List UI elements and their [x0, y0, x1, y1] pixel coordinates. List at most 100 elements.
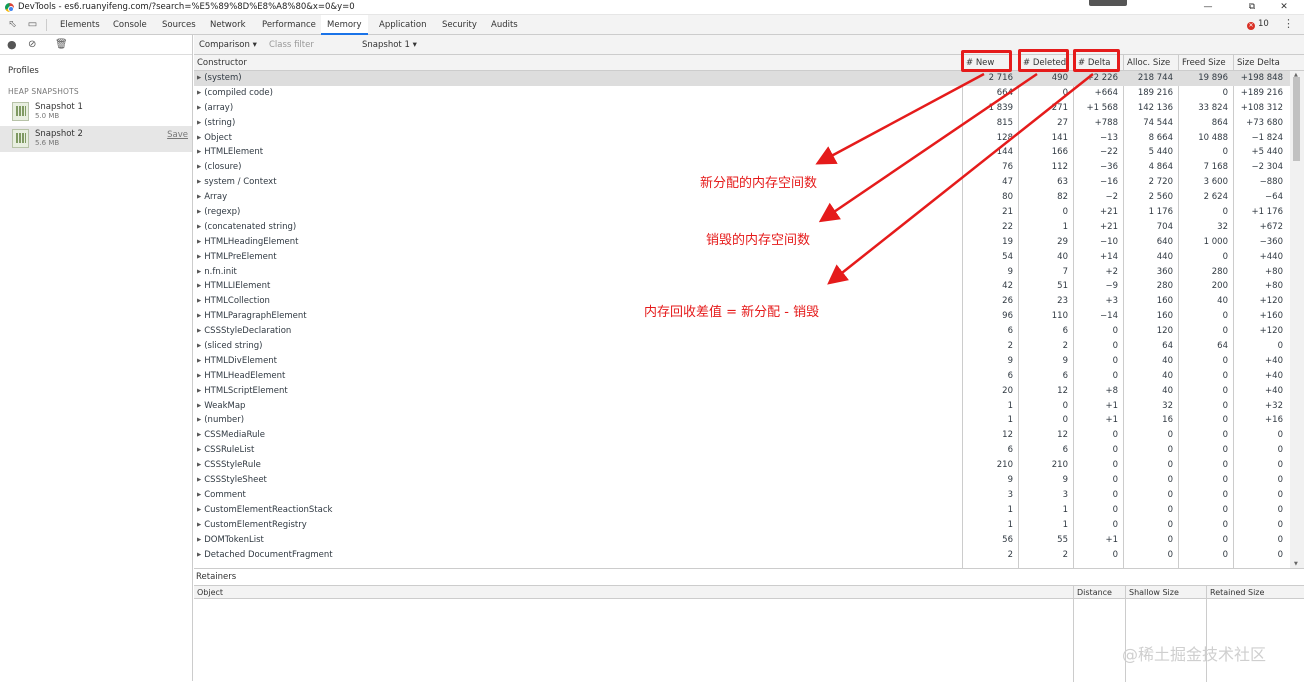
column-size-delta[interactable]: Size Delta [1237, 58, 1280, 68]
scroll-down-icon[interactable]: ▼ [1294, 561, 1298, 567]
value-cell: +2 [1105, 266, 1118, 277]
grid-scrollbar[interactable]: ▲ ▼ [1290, 71, 1304, 568]
value-cell: 0 [1112, 370, 1118, 381]
column-alloc-size[interactable]: Alloc. Size [1127, 58, 1170, 68]
more-options-icon[interactable]: ⋮ [1283, 17, 1294, 30]
table-row[interactable]: (regexp) 21 0 +21 1 176 0 +1 176 [194, 205, 1290, 220]
table-row[interactable]: Object 128 141 −13 8 664 10 488 −1 824 [194, 131, 1290, 146]
value-cell: +1 [1105, 400, 1118, 411]
value-cell: 0 [1112, 460, 1118, 471]
value-cell: 440 [1156, 251, 1173, 262]
column-constructor[interactable]: Constructor [197, 58, 247, 68]
table-row[interactable]: (number) 1 0 +1 16 0 +16 [194, 413, 1290, 428]
value-cell: 7 168 [1203, 162, 1228, 173]
table-row[interactable]: CSSStyleSheet 9 9 0 0 0 0 [194, 473, 1290, 488]
snapshot-item[interactable]: Snapshot 1 5.0 MB [0, 99, 192, 125]
error-counter[interactable]: ✕ 10 [1247, 19, 1269, 30]
value-cell: −13 [1100, 132, 1118, 143]
tab-audits[interactable]: Audits [489, 15, 520, 35]
value-cell: −64 [1265, 192, 1283, 203]
column-retained-size[interactable]: Retained Size [1210, 588, 1264, 597]
table-row[interactable]: (string) 815 27 +788 74 544 864 +73 680 [194, 116, 1290, 131]
table-row[interactable]: (sliced string) 2 2 0 64 64 0 [194, 339, 1290, 354]
scrollbar-thumb[interactable] [1293, 77, 1300, 161]
column-distance[interactable]: Distance [1077, 588, 1112, 597]
constructor-cell: (string) [197, 116, 235, 131]
table-row[interactable]: WeakMap 1 0 +1 32 0 +32 [194, 399, 1290, 414]
value-cell: +14 [1100, 251, 1118, 262]
constructor-cell: CustomElementRegistry [197, 518, 307, 533]
value-cell: 0 [1112, 326, 1118, 337]
table-row[interactable]: CSSRuleList 6 6 0 0 0 0 [194, 443, 1290, 458]
tab-sources[interactable]: Sources [160, 15, 198, 35]
value-cell: 6 [1062, 326, 1068, 337]
tab-elements[interactable]: Elements [58, 15, 102, 35]
table-row[interactable]: Array 80 82 −2 2 560 2 624 −64 [194, 190, 1290, 205]
collect-garbage-icon[interactable]: 🗑 [55, 39, 68, 50]
table-row[interactable]: CustomElementReactionStack 1 1 0 0 0 0 [194, 503, 1290, 518]
constructor-cell: system / Context [197, 175, 276, 190]
save-snapshot-link[interactable]: Save [167, 130, 188, 140]
minimize-icon[interactable]: — [1194, 0, 1222, 15]
tab-memory[interactable]: Memory [321, 15, 368, 35]
table-row[interactable]: HTMLScriptElement 20 12 +8 40 0 +40 [194, 384, 1290, 399]
column-shallow-size[interactable]: Shallow Size [1129, 588, 1179, 597]
snapshot-item-selected[interactable]: Snapshot 2 5.6 MB Save [0, 126, 192, 152]
table-row[interactable]: (system) 2 716 490 +2 226 218 744 19 896 +198 … [194, 71, 1290, 86]
record-icon[interactable]: ● [7, 39, 17, 50]
table-row[interactable]: HTMLHeadElement 6 6 0 40 0 +40 [194, 369, 1290, 384]
value-cell: 144 [996, 147, 1013, 158]
class-filter-input[interactable]: Class filter [266, 38, 356, 52]
column-freed-size[interactable]: Freed Size [1182, 58, 1226, 68]
value-cell: −880 [1259, 177, 1283, 188]
value-cell: 29 [1057, 236, 1068, 247]
value-cell: 815 [996, 117, 1013, 128]
new-column-highlight [961, 50, 1012, 72]
table-row[interactable]: CSSStyleDeclaration 6 6 0 120 0 +120 [194, 324, 1290, 339]
value-cell: 22 [1002, 221, 1013, 232]
table-row[interactable]: CSSStyleRule 210 210 0 0 0 0 [194, 458, 1290, 473]
column-object[interactable]: Object [197, 588, 223, 597]
value-cell: 2 [1062, 341, 1068, 352]
inspect-element-icon[interactable]: ⬁ [7, 19, 18, 30]
profiles-label: Profiles [8, 66, 39, 76]
value-cell: 27 [1057, 117, 1068, 128]
tab-network[interactable]: Network [208, 15, 248, 35]
restore-icon[interactable]: ⧉ [1238, 0, 1266, 15]
value-cell: 1 [1007, 415, 1013, 426]
value-cell: 54 [1002, 251, 1013, 262]
table-row[interactable]: DOMTokenList 56 55 +1 0 0 0 [194, 533, 1290, 548]
value-cell: 0 [1277, 341, 1283, 352]
tab-security[interactable]: Security [440, 15, 479, 35]
table-row[interactable]: HTMLPreElement 54 40 +14 440 0 +440 [194, 250, 1290, 265]
constructor-cell: CSSStyleRule [197, 458, 261, 473]
value-cell: 200 [1211, 281, 1228, 292]
tab-console[interactable]: Console [111, 15, 149, 35]
view-select[interactable]: Comparison ▾ [199, 40, 257, 50]
table-row[interactable]: CustomElementRegistry 1 1 0 0 0 0 [194, 518, 1290, 533]
value-cell: +440 [1259, 251, 1283, 262]
table-row[interactable]: HTMLLIElement 42 51 −9 280 200 +80 [194, 279, 1290, 294]
value-cell: 0 [1167, 430, 1173, 441]
table-row[interactable]: (compiled code) 664 0 +664 189 216 0 +189 216 [194, 86, 1290, 101]
table-row[interactable]: Comment 3 3 0 0 0 0 [194, 488, 1290, 503]
device-toolbar-icon[interactable]: ▭ [27, 19, 38, 30]
value-cell: 26 [1002, 296, 1013, 307]
base-snapshot-select[interactable]: Snapshot 1 ▾ [362, 40, 417, 50]
table-row[interactable]: HTMLDivElement 9 9 0 40 0 +40 [194, 354, 1290, 369]
table-row[interactable]: CSSMediaRule 12 12 0 0 0 0 [194, 428, 1290, 443]
value-cell: 16 [1162, 415, 1173, 426]
view-select-value: Comparison [199, 40, 250, 50]
tab-application[interactable]: Application [377, 15, 429, 35]
dock-handle[interactable] [1089, 0, 1127, 6]
value-cell: 64 [1162, 341, 1173, 352]
close-icon[interactable]: ✕ [1270, 0, 1298, 15]
clear-all-icon[interactable]: ⊘ [28, 39, 36, 50]
table-row[interactable]: HTMLElement 144 166 −22 5 440 0 +5 440 [194, 145, 1290, 160]
value-cell: 0 [1167, 549, 1173, 560]
tab-performance[interactable]: Performance [260, 15, 318, 35]
table-row[interactable]: n.fn.init 9 7 +2 360 280 +80 [194, 265, 1290, 280]
table-row[interactable]: (array) 1 839 271 +1 568 142 136 33 824 +108 3… [194, 101, 1290, 116]
value-cell: 0 [1167, 445, 1173, 456]
table-row[interactable]: Detached DocumentFragment 2 2 0 0 0 0 [194, 548, 1290, 563]
